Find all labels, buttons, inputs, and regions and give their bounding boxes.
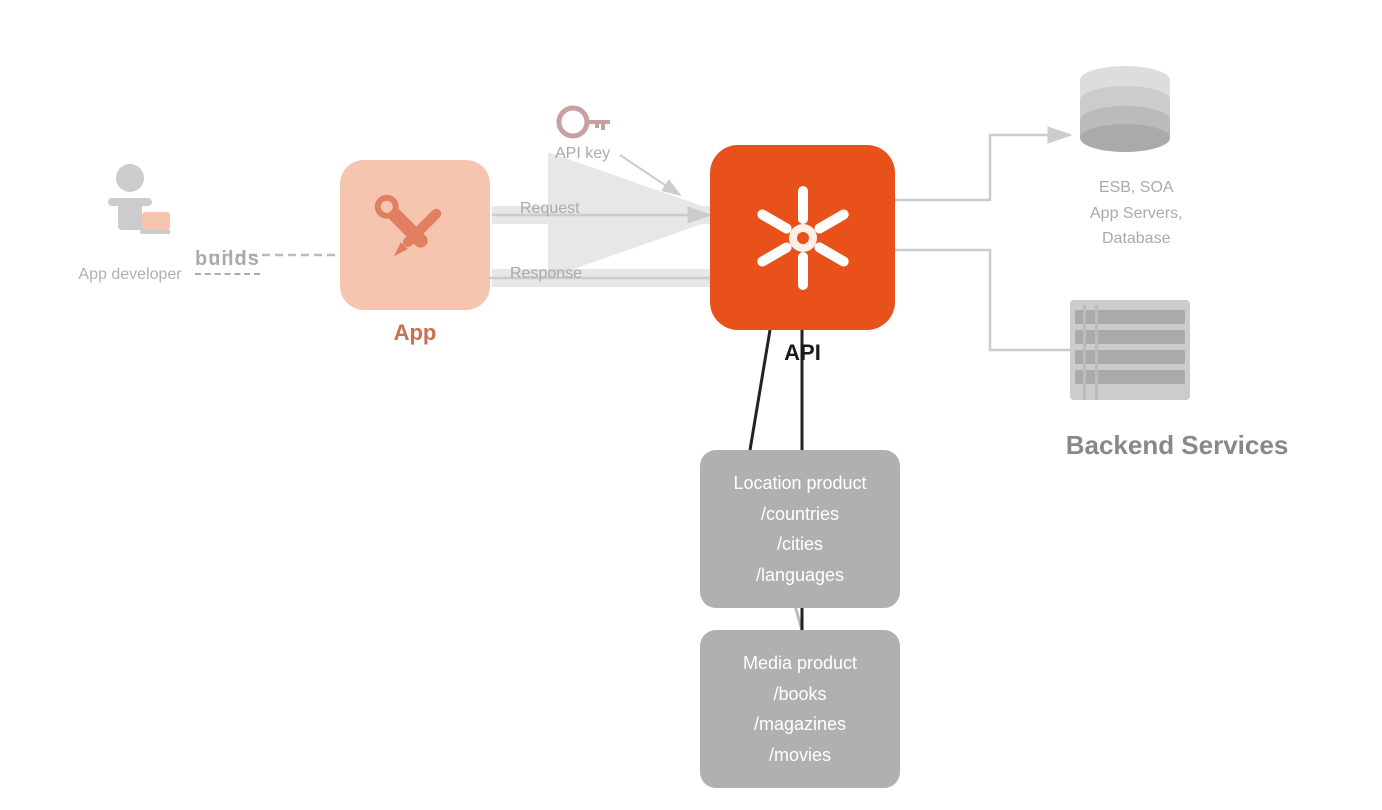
location-product-box: Location product /countries /cities /lan… [700,450,900,608]
server-building-icon [1065,295,1195,405]
app-tools-icon [360,180,470,290]
media-product-line2: /books [724,679,876,710]
key-icon [555,100,610,145]
request-label: Request [520,200,580,218]
location-product-line4: /languages [724,560,876,591]
database-icon [1070,60,1180,160]
builds-label: builds [195,248,260,275]
database-icon-section [1070,60,1180,160]
esb-line1: ESB, SOA [1099,179,1174,196]
api-label: API [710,340,895,366]
media-product-line1: Media product [724,648,876,679]
location-product-line2: /countries [724,499,876,530]
app-developer-label: App developer [78,266,181,284]
app-label: App [340,320,490,346]
location-product-line3: /cities [724,529,876,560]
backend-services-label: Backend Services [1057,430,1297,461]
api-key-label: API key [555,145,610,163]
media-product-line3: /magazines [724,709,876,740]
server-icon-section [1065,295,1195,410]
api-logo-icon [738,173,868,303]
esb-line2: App Servers, [1090,205,1182,222]
esb-line3: Database [1102,230,1171,247]
media-product-box: Media product /books /magazines /movies [700,630,900,788]
app-box [340,160,490,310]
response-label: Response [510,265,582,283]
location-product-line1: Location product [724,468,876,499]
person-icon [90,160,170,250]
media-product-line4: /movies [724,740,876,771]
app-developer: App developer [50,160,210,284]
api-key-section: API key [555,100,610,163]
api-box [710,145,895,330]
esb-label: ESB, SOA App Servers, Database [1090,175,1182,252]
